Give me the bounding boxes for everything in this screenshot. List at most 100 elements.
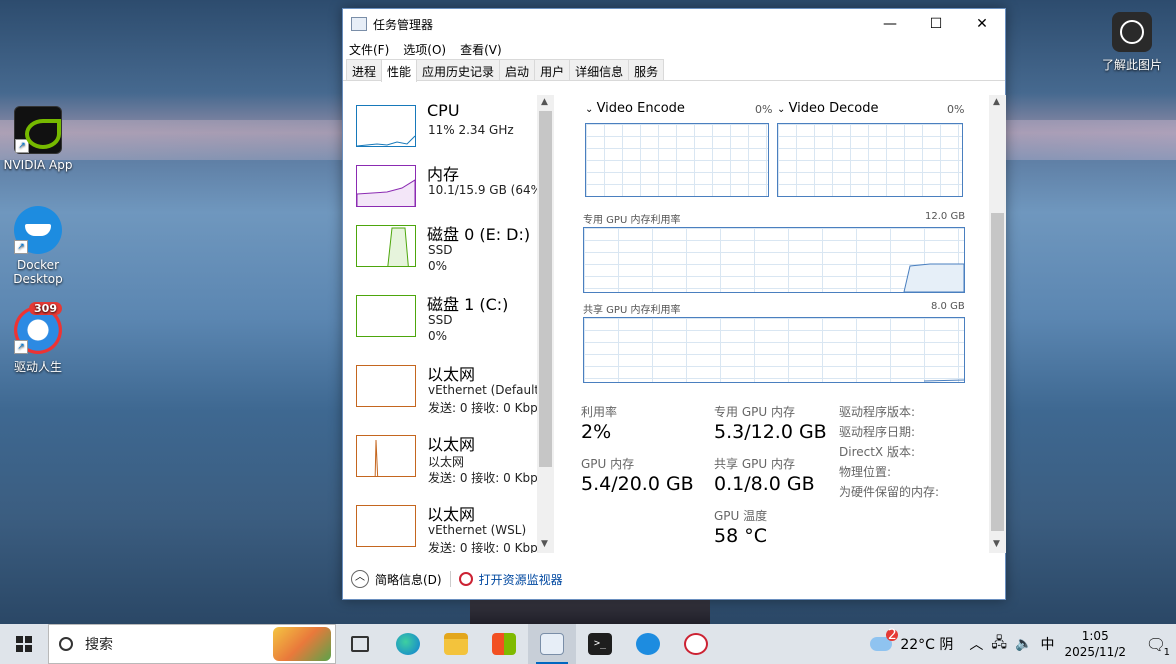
network-icon[interactable]: 🖧 [991, 632, 1007, 656]
clock-time: 1:05 [1081, 629, 1109, 643]
video-decode-selector[interactable]: ⌄ Video Decode [777, 101, 878, 116]
directx-version-label: DirectX 版本: [839, 445, 916, 459]
cpu-thumbnail-graph [356, 105, 416, 147]
menu-bar: 文件(F) 选项(O) 查看(V) [343, 39, 1005, 59]
open-resource-monitor-link[interactable]: 打开资源监视器 [479, 571, 563, 588]
perf-item-ethernet-default[interactable]: 以太网 vEthernet (Default ... 发送: 0 接收: 0 K… [356, 361, 554, 421]
tab-performance[interactable]: 性能 [381, 59, 418, 82]
perf-item-ethernet-wsl[interactable]: 以太网 vEthernet (WSL) 发送: 0 接收: 0 Kbps [356, 501, 546, 553]
perf-item-cpu[interactable]: CPU 11% 2.34 GHz [356, 101, 546, 161]
desktop-icon-docker-desktop[interactable]: ↗ Docker Desktop [0, 206, 76, 286]
video-encode-selector[interactable]: ⌄ Video Encode [585, 101, 685, 116]
taskbar-file-explorer[interactable] [432, 624, 480, 664]
scroll-up-arrow-icon[interactable]: ▲ [541, 97, 548, 107]
menu-options[interactable]: 选项(O) [403, 39, 453, 59]
ethernet2-sparkline [374, 439, 379, 476]
perf-item-detail: vEthernet (Default ... [428, 383, 555, 397]
utilization-label: 利用率 [581, 405, 618, 419]
tab-strip: 进程 性能 应用历史记录 启动 用户 详细信息 服务 [343, 59, 1005, 82]
title-bar[interactable]: 任务管理器 — ☐ ✕ [343, 9, 1005, 39]
desktop-icon-learn-about-picture[interactable]: 了解此图片 [1094, 12, 1170, 73]
desktop-icon-nvidia-app[interactable]: ↗ NVIDIA App [0, 106, 76, 172]
start-button[interactable] [0, 624, 48, 664]
taskbar-docker[interactable] [624, 624, 672, 664]
shortcut-arrow-icon: ↗ [15, 139, 29, 153]
nvidia-icon: ↗ [14, 106, 62, 154]
scroll-down-arrow-icon[interactable]: ▼ [993, 539, 1000, 549]
perf-item-detail: vEthernet (WSL) [428, 523, 527, 537]
perf-item-detail: SSD [428, 243, 453, 257]
tab-users[interactable]: 用户 [534, 59, 571, 80]
perf-item-detail-2: 0% [428, 259, 448, 273]
shared-memory-graph-max: 8.0 GB [931, 301, 965, 312]
notification-count: 1 [1163, 647, 1170, 658]
video-decode-percent: 0% [947, 103, 965, 116]
driver-date-label: 驱动程序日期: [839, 425, 916, 439]
close-button[interactable]: ✕ [959, 9, 1005, 39]
perf-item-ethernet[interactable]: 以太网 以太网 发送: 0 接收: 0 Kbps [356, 431, 546, 491]
show-hidden-icons-chevron-icon[interactable]: ︿ [969, 634, 983, 654]
volume-icon[interactable]: 🔈 [1015, 636, 1032, 652]
memory-thumbnail-graph [356, 165, 416, 207]
tab-startup[interactable]: 启动 [499, 59, 536, 80]
scrollbar-thumb[interactable] [539, 111, 552, 467]
edge-icon [396, 633, 420, 655]
terminal-icon: >_ [588, 633, 612, 655]
weather-text[interactable]: 22°C 阴 [900, 634, 953, 654]
weather-cloud-icon[interactable]: 2 [870, 628, 899, 651]
video-decode-title: Video Decode [788, 101, 879, 116]
task-view-button[interactable] [336, 624, 384, 664]
taskbar-search-box[interactable]: 搜索 [48, 624, 336, 664]
perf-item-detail-2: 0% [428, 329, 448, 343]
menu-file[interactable]: 文件(F) [349, 39, 396, 59]
performance-content: CPU 11% 2.34 GHz 内存 10.1/15.9 GB (64%) 磁… [343, 95, 1006, 557]
menu-view[interactable]: 查看(V) [460, 39, 509, 59]
dedicated-memory-graph [583, 227, 965, 293]
dedicated-memory-line [903, 263, 964, 292]
shared-memory-graph-title: 共享 GPU 内存利用率 [583, 305, 681, 316]
scroll-up-arrow-icon[interactable]: ▲ [993, 97, 1000, 107]
shared-memory-line [923, 379, 964, 382]
right-panel-scrollbar[interactable]: ▲ ▼ [989, 95, 1006, 553]
perf-item-disk-1[interactable]: 磁盘 1 (C:) SSD 0% [356, 291, 546, 351]
desktop-icon-driver-life[interactable]: 309 ↗ 驱动人生 [0, 302, 76, 375]
taskbar-store[interactable] [480, 624, 528, 664]
driver-life-icon: 309 ↗ [14, 302, 62, 354]
taskbar-terminal[interactable]: >_ [576, 624, 624, 664]
notification-center-button[interactable]: 🗨 1 [1136, 624, 1176, 664]
left-list-scrollbar[interactable]: ▲ ▼ [537, 95, 554, 553]
hardware-reserved-memory-label: 为硬件保留的内存: [839, 485, 940, 499]
taskbar-task-manager[interactable] [528, 624, 576, 664]
scrollbar-thumb[interactable] [991, 213, 1004, 531]
disk1-thumbnail-graph [356, 295, 416, 337]
tab-details[interactable]: 详细信息 [569, 59, 630, 80]
tab-processes[interactable]: 进程 [346, 59, 383, 80]
resource-monitor-icon [684, 633, 708, 655]
perf-item-disk-0[interactable]: 磁盘 0 (E: D:) SSD 0% [356, 221, 546, 281]
task-manager-window: 任务管理器 — ☐ ✕ 文件(F) 选项(O) 查看(V) 进程 性能 应用历史… [342, 8, 1006, 600]
shortcut-arrow-icon: ↗ [14, 340, 28, 354]
clock[interactable]: 1:05 2025/11/2 [1064, 628, 1126, 660]
gpu-temperature-label: GPU 温度 [714, 509, 768, 523]
window-title: 任务管理器 [373, 17, 434, 32]
perf-item-detail-2: 发送: 0 接收: 0 Kbps [428, 471, 544, 485]
store-icon [492, 633, 516, 655]
docker-whale-icon: ↗ [14, 206, 62, 254]
taskbar-resource-monitor[interactable] [672, 624, 720, 664]
gpu-memory-label: GPU 内存 [581, 457, 635, 471]
taskbar-edge[interactable] [384, 624, 432, 664]
fewer-details-button[interactable]: 简略信息(D) [375, 571, 442, 588]
tab-services[interactable]: 服务 [628, 59, 665, 80]
ethernet3-thumbnail-graph [356, 505, 416, 547]
shared-memory-graph [583, 317, 965, 383]
shared-gpu-memory-label: 共享 GPU 内存 [714, 457, 795, 471]
scroll-down-arrow-icon[interactable]: ▼ [541, 539, 548, 549]
maximize-button[interactable]: ☐ [913, 9, 959, 39]
windows-logo-icon [16, 636, 32, 652]
perf-item-title: 以太网 [427, 505, 476, 524]
minimize-button[interactable]: — [867, 9, 913, 39]
input-method-indicator[interactable]: 中 [1040, 634, 1054, 654]
perf-item-memory[interactable]: 内存 10.1/15.9 GB (64%) [356, 161, 547, 221]
chevron-up-icon[interactable]: ︿ [351, 570, 369, 588]
tab-app-history[interactable]: 应用历史记录 [416, 59, 501, 80]
